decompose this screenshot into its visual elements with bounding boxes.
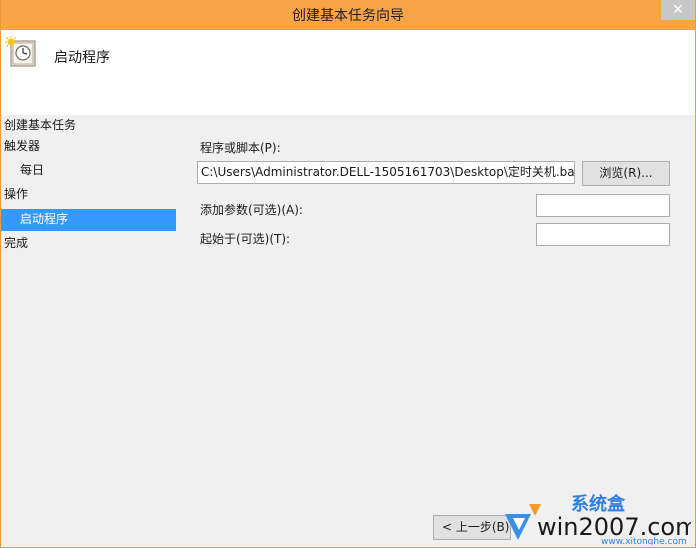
program-input[interactable]: C:\Users\Administrator.DELL-1505161703\D… xyxy=(197,161,575,184)
browse-button[interactable]: 浏览(R)... xyxy=(582,161,670,186)
args-input[interactable] xyxy=(536,194,670,217)
clock-sun-icon xyxy=(5,36,36,67)
start-in-label: 起始于(可选)(T): xyxy=(200,232,291,246)
watermark-url: www.xitonghe.com xyxy=(601,537,687,545)
wizard-content: 程序或脚本(P): C:\Users\Administrator.DELL-15… xyxy=(1,115,695,525)
program-label: 程序或脚本(P): xyxy=(200,141,281,155)
watermark-logo: 系统盒 win2007.com www.xitonghe.com xyxy=(505,493,691,545)
args-label: 添加参数(可选)(A): xyxy=(200,203,303,217)
window-title: 创建基本任务向导 xyxy=(292,8,404,24)
back-button[interactable]: < 上一步(B) xyxy=(433,515,511,540)
page-title: 启动程序 xyxy=(54,50,110,66)
close-icon: ✕ xyxy=(672,2,684,18)
start-in-input[interactable] xyxy=(536,223,670,246)
close-button[interactable]: ✕ xyxy=(661,0,695,20)
wizard-window: 创建基本任务向导 ✕ 启动程序 创建基本任务 触发器 每日 操作 启动程序 完成… xyxy=(0,0,696,548)
watermark-brand: 系统盒 xyxy=(571,493,626,515)
wizard-header: 启动程序 xyxy=(1,30,695,115)
title-bar[interactable]: 创建基本任务向导 ✕ xyxy=(1,0,695,30)
